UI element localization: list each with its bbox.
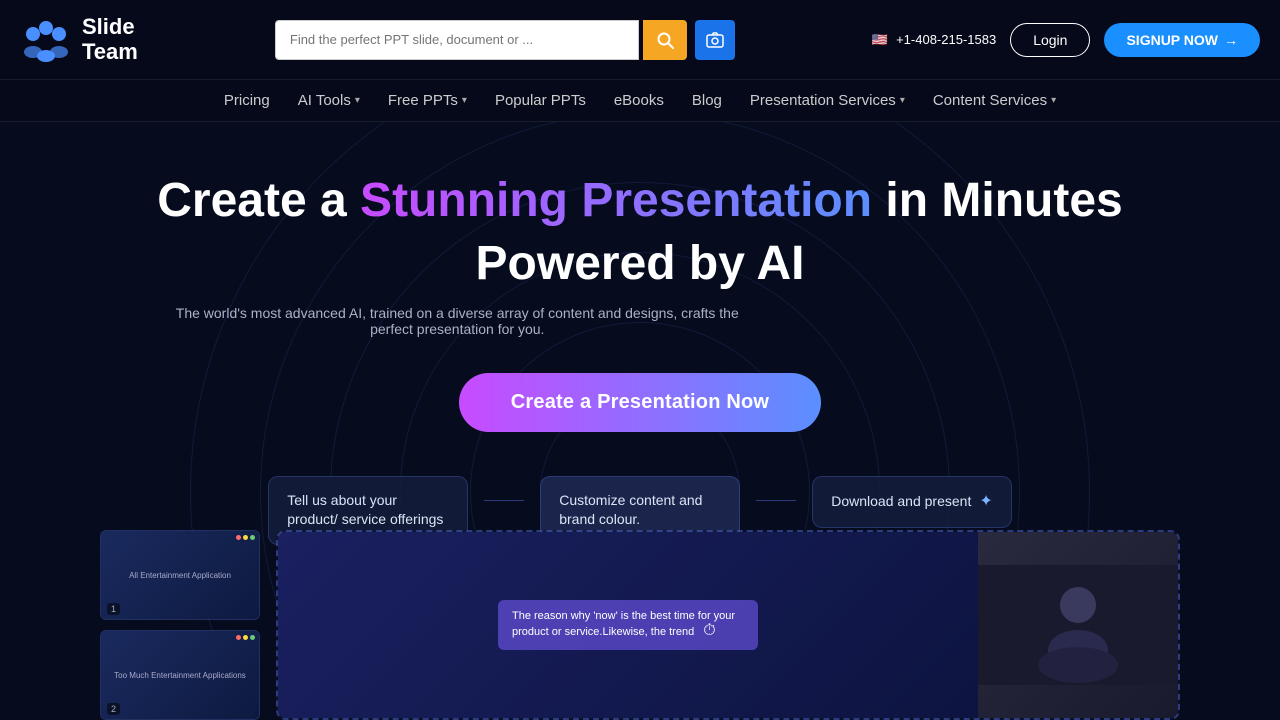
step-1-text: Tell us about your product/ service offe… bbox=[287, 492, 443, 528]
search-bar bbox=[275, 20, 735, 60]
search-icon bbox=[656, 31, 674, 49]
dot-yellow bbox=[243, 535, 248, 540]
nav-item-freeppts[interactable]: Free PPTs ▾ bbox=[388, 92, 467, 109]
slide-thumb-1-label: All Entertainment Application bbox=[125, 567, 235, 584]
dot-red bbox=[236, 535, 241, 540]
slide-thumb-2-label: Too Much Entertainment Applications bbox=[110, 667, 250, 684]
camera-icon bbox=[705, 30, 725, 50]
main-nav: Pricing AI Tools ▾ Free PPTs ▾ Popular P… bbox=[0, 80, 1280, 122]
slide-thumb-2-number: 2 bbox=[107, 703, 120, 715]
hero-description: The world's most advanced AI, trained on… bbox=[157, 305, 757, 337]
flag-icon: 🇺🇸 bbox=[872, 32, 888, 48]
main-slide-left: The reason why 'now' is the best time fo… bbox=[278, 532, 978, 718]
chevron-down-icon: ▾ bbox=[462, 95, 467, 106]
bottom-slide-area: All Entertainment Application 1 Too Much… bbox=[0, 530, 1280, 720]
hero-title-prefix: Create a bbox=[157, 174, 360, 227]
nav-item-content-services[interactable]: Content Services ▾ bbox=[933, 92, 1056, 109]
slide-dots-1 bbox=[236, 535, 255, 540]
sparkle-icon: ✦ bbox=[979, 491, 992, 513]
nav-item-pricing[interactable]: Pricing bbox=[224, 92, 270, 109]
main-slide-right-overlay bbox=[978, 532, 1178, 718]
step-3-text: Download and present bbox=[831, 492, 971, 512]
slide-thumbnails: All Entertainment Application 1 Too Much… bbox=[100, 530, 260, 720]
slide-thumb-2-inner: Too Much Entertainment Applications 2 bbox=[101, 631, 259, 719]
step-connector-1 bbox=[484, 500, 524, 501]
search-input[interactable] bbox=[275, 20, 639, 60]
dot-green bbox=[250, 635, 255, 640]
clock-icon: ⏱ bbox=[703, 622, 715, 639]
signup-label: SIGNUP NOW bbox=[1126, 32, 1218, 48]
header-right: 🇺🇸 +1-408-215-1583 Login SIGNUP NOW → bbox=[872, 23, 1260, 57]
dot-green bbox=[250, 535, 255, 540]
search-button[interactable] bbox=[643, 20, 687, 60]
logo-icon bbox=[20, 14, 72, 66]
slide-thumb-1-number: 1 bbox=[107, 603, 120, 615]
header: Slide Team 🇺🇸 +1-408-215-1583 Login SI bbox=[0, 0, 1280, 80]
slide-dots-2 bbox=[236, 635, 255, 640]
chevron-down-icon: ▾ bbox=[900, 95, 905, 106]
phone-section: 🇺🇸 +1-408-215-1583 bbox=[872, 32, 996, 48]
logo[interactable]: Slide Team bbox=[20, 14, 138, 66]
hero-title-suffix: in Minutes bbox=[872, 174, 1123, 227]
nav-item-blog[interactable]: Blog bbox=[692, 92, 722, 109]
step-3-content: Download and present ✦ bbox=[831, 491, 993, 513]
hero-content: Create a Stunning Presentation in Minute… bbox=[157, 122, 1122, 432]
step-2-text: Customize content and brand colour. bbox=[559, 492, 702, 528]
slide-thumb-1[interactable]: All Entertainment Application 1 bbox=[100, 530, 260, 620]
main-slide-text: The reason why 'now' is the best time fo… bbox=[512, 610, 735, 638]
person-illustration bbox=[978, 532, 1178, 718]
dot-red bbox=[236, 635, 241, 640]
main-slide-right bbox=[978, 532, 1178, 718]
dot-yellow bbox=[243, 635, 248, 640]
slide-thumb-1-inner: All Entertainment Application 1 bbox=[101, 531, 259, 619]
phone-number: +1-408-215-1583 bbox=[896, 32, 996, 47]
camera-button[interactable] bbox=[695, 20, 735, 60]
signup-arrow-icon: → bbox=[1224, 32, 1238, 48]
step-3-box: Download and present ✦ bbox=[812, 476, 1012, 528]
create-presentation-button[interactable]: Create a Presentation Now bbox=[459, 373, 821, 432]
logo-text: Slide Team bbox=[82, 15, 138, 63]
hero-subtitle: Powered by AI bbox=[157, 236, 1122, 291]
chevron-down-icon: ▾ bbox=[1051, 95, 1056, 106]
main-slide-text-block: The reason why 'now' is the best time fo… bbox=[498, 600, 758, 650]
main-slide-container: The reason why 'now' is the best time fo… bbox=[276, 530, 1180, 720]
hero-section: Create a Stunning Presentation in Minute… bbox=[0, 122, 1280, 720]
nav-item-ebooks[interactable]: eBooks bbox=[614, 92, 664, 109]
chevron-down-icon: ▾ bbox=[355, 95, 360, 106]
hero-title: Create a Stunning Presentation in Minute… bbox=[157, 172, 1122, 230]
slide-thumb-2[interactable]: Too Much Entertainment Applications 2 bbox=[100, 630, 260, 720]
nav-item-aitools[interactable]: AI Tools ▾ bbox=[298, 92, 360, 109]
login-button[interactable]: Login bbox=[1010, 23, 1090, 57]
step-connector-2 bbox=[756, 500, 796, 501]
nav-item-popularpts[interactable]: Popular PPTs bbox=[495, 92, 586, 109]
signup-button[interactable]: SIGNUP NOW → bbox=[1104, 23, 1260, 57]
logo-team-text: Team bbox=[82, 40, 138, 64]
hero-title-gradient: Stunning Presentation bbox=[360, 174, 872, 227]
nav-item-presentation-services[interactable]: Presentation Services ▾ bbox=[750, 92, 905, 109]
logo-slide-text: Slide bbox=[82, 15, 138, 39]
